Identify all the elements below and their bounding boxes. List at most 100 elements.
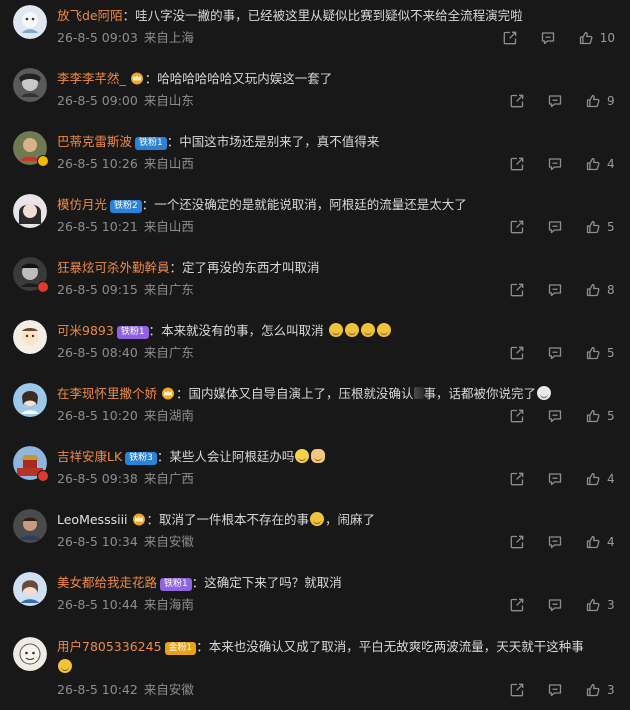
reply-icon[interactable] [540, 30, 556, 46]
thumbs-up-icon[interactable] [585, 219, 601, 235]
comment-text: 本来也没确认又成了取消，平白无故爽吃两波流量，天天就干这种事 [208, 639, 584, 654]
share-icon[interactable] [509, 534, 525, 550]
comment-item: 放飞de阿陌：哇八字没一撇的事，已经被这里从疑似比赛到疑似不来给全流程演完啦 2… [0, 0, 630, 63]
username[interactable]: 巴蒂克雷斯波 [57, 134, 132, 149]
username[interactable]: 可米9893 [57, 323, 114, 338]
location: 来自上海 [143, 30, 194, 45]
like-count: 9 [607, 94, 615, 108]
thumbs-up-icon[interactable] [585, 282, 601, 298]
comment-meta: 26-8-5 10:26 来自山西 [57, 155, 194, 173]
location: 来自山东 [143, 93, 194, 108]
reply-icon[interactable] [547, 282, 563, 298]
thumbs-up-icon[interactable] [585, 471, 601, 487]
thumbs-up-icon[interactable] [585, 93, 601, 109]
username[interactable]: 放飞de阿陌 [57, 8, 123, 23]
thumbs-up-icon[interactable] [585, 534, 601, 550]
reply-icon[interactable] [547, 471, 563, 487]
avatar[interactable] [13, 637, 47, 671]
share-icon[interactable] [509, 156, 525, 172]
comment-text-line: 放飞de阿陌：哇八字没一撇的事，已经被这里从疑似比赛到疑似不来给全流程演完啦 [57, 8, 523, 23]
comment-actions: 5 [509, 219, 615, 235]
reply-icon[interactable] [547, 219, 563, 235]
verified-badge-icon [37, 155, 49, 167]
avatar[interactable] [13, 320, 47, 354]
reply-icon[interactable] [547, 156, 563, 172]
avatar[interactable] [13, 572, 47, 606]
comment-item: 巴蒂克雷斯波 铁粉1 ：中国这市场还是别来了，真不值得来 26-8-5 10:26 来… [0, 126, 630, 189]
username[interactable]: 狂暴炫可杀外勤幹員 [57, 260, 170, 275]
comment-actions: 5 [509, 345, 615, 361]
thumbs-up-icon[interactable] [585, 156, 601, 172]
comment-text: 哈哈哈哈哈哈又玩内娱这一套了 [157, 71, 333, 86]
like-count: 4 [607, 535, 615, 549]
reply-icon[interactable] [547, 345, 563, 361]
comment-text-line: 吉祥安康LK 铁粉3 ：某些人会让阿根廷办吗 [57, 447, 617, 467]
username[interactable]: 吉祥安康LK [57, 449, 122, 464]
like-count: 10 [599, 31, 615, 45]
reply-icon[interactable] [547, 597, 563, 613]
share-icon[interactable] [509, 408, 525, 424]
thumbs-up-icon[interactable] [578, 30, 594, 46]
share-icon[interactable] [509, 345, 525, 361]
location: 来自广东 [143, 345, 194, 360]
location: 来自安徽 [143, 682, 194, 697]
username[interactable]: 美女都给我走花路 [57, 575, 157, 590]
timestamp: 26-8-5 10:42 [57, 682, 138, 697]
comment-text: 中国这市场还是别来了，真不值得来 [179, 134, 380, 149]
username[interactable]: 在李现怀里撒个娇 [57, 386, 157, 401]
share-icon[interactable] [502, 30, 518, 46]
avatar[interactable] [13, 509, 47, 543]
reply-icon[interactable] [547, 682, 563, 698]
reply-icon[interactable] [547, 408, 563, 424]
avatar[interactable] [13, 383, 47, 417]
comment-actions: 4 [509, 534, 615, 550]
share-icon[interactable] [509, 219, 525, 235]
like-count: 5 [607, 220, 615, 234]
username[interactable]: 李李李芊然_ [57, 71, 126, 86]
username[interactable]: LeoMesssiii [57, 512, 128, 527]
emoji-icon [376, 323, 391, 337]
username[interactable]: 用户7805336245 [57, 639, 162, 654]
comment-actions: 4 [509, 156, 615, 172]
crown-badge-icon [129, 71, 145, 85]
timestamp: 26-8-5 09:38 [57, 471, 138, 486]
avatar[interactable] [13, 131, 49, 167]
share-icon[interactable] [509, 597, 525, 613]
comment-meta: 26-8-5 09:38 来自广西 [57, 470, 194, 488]
avatar[interactable] [13, 446, 49, 482]
comment-actions: 9 [509, 93, 615, 109]
like-count: 4 [607, 157, 615, 171]
share-icon[interactable] [509, 682, 525, 698]
reply-icon[interactable] [547, 534, 563, 550]
comment-meta: 26-8-5 10:34 来自安徽 [57, 533, 194, 551]
thumbs-up-icon[interactable] [585, 682, 601, 698]
comment-item: 用户7805336245 金粉1 ：本来也没确认又成了取消，平白无故爽吃两波流量，天… [0, 630, 630, 710]
avatar[interactable] [13, 257, 49, 293]
emoji-icon [328, 323, 343, 337]
comment-text-continued: ，闹麻了 [325, 512, 376, 527]
comment-item: 美女都给我走花路 铁粉1 ：这确定下来了吗？就取消 26-8-5 10:44 来自海南… [0, 567, 630, 630]
username[interactable]: 模仿月光 [57, 197, 107, 212]
comment-text: 这确定下来了吗？就取消 [204, 575, 342, 590]
location: 来自湖南 [143, 408, 194, 423]
comment-text-line: 狂暴炫可杀外勤幹員：定了再没的东西才叫取消 [57, 260, 320, 275]
thumbs-up-icon[interactable] [585, 597, 601, 613]
comment-meta: 26-8-5 10:20 来自湖南 [57, 407, 194, 425]
avatar[interactable] [13, 68, 47, 102]
thumbs-up-icon[interactable] [585, 345, 601, 361]
like-count: 4 [607, 472, 615, 486]
avatar[interactable] [13, 194, 47, 228]
share-icon[interactable] [509, 282, 525, 298]
location: 来自山西 [143, 156, 194, 171]
timestamp: 26-8-5 09:00 [57, 93, 138, 108]
share-icon[interactable] [509, 93, 525, 109]
emoji-icon [311, 449, 326, 463]
comment-meta: 26-8-5 09:03 来自上海 [57, 29, 194, 47]
share-icon[interactable] [509, 471, 525, 487]
comment-text-line: 模仿月光 铁粉2 ：一个还没确定的是就能说取消，阿根廷的流量还是太大了 [57, 197, 467, 213]
thumbs-up-icon[interactable] [585, 408, 601, 424]
like-count: 5 [607, 346, 615, 360]
reply-icon[interactable] [547, 93, 563, 109]
avatar[interactable] [13, 5, 47, 39]
comment-item: 李李李芊然_ ：哈哈哈哈哈哈又玩内娱这一套了 26-8-5 09:00 来自山东 9 [0, 63, 630, 126]
